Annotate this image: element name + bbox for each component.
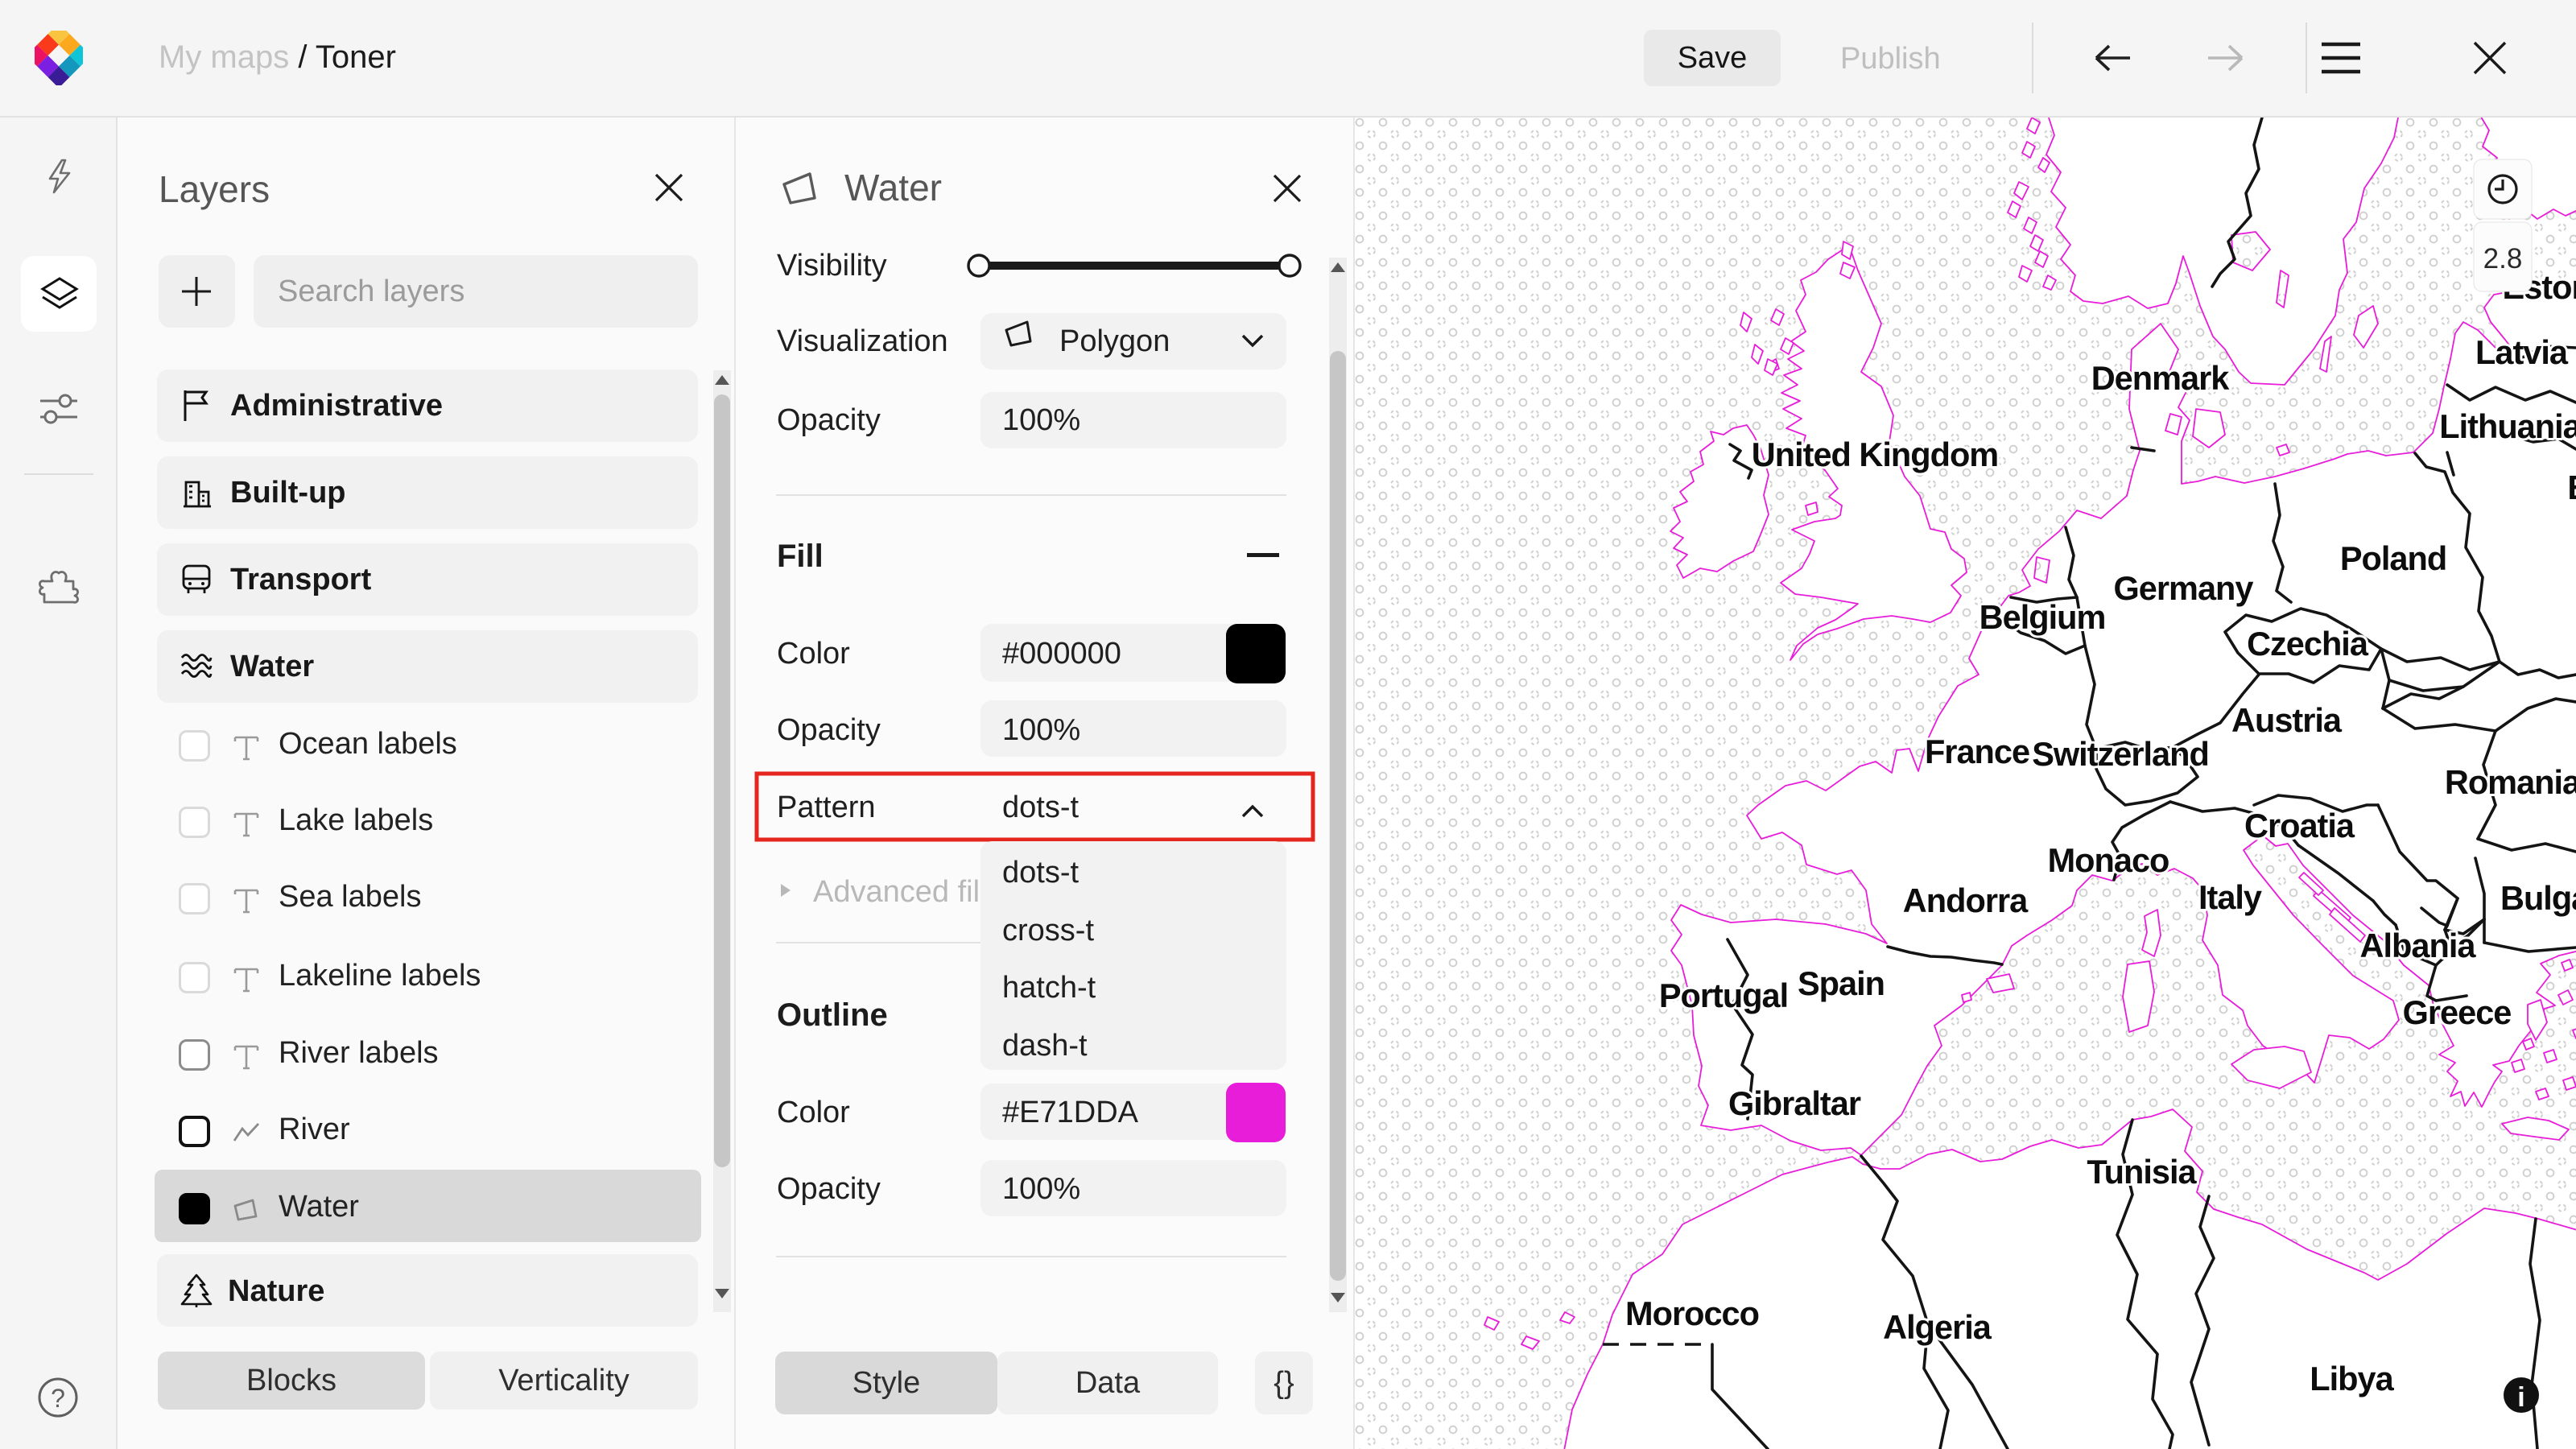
svg-text:Portugal: Portugal xyxy=(1659,976,1788,1014)
svg-text:Style: Style xyxy=(852,1366,920,1400)
svg-text:Polygon: Polygon xyxy=(1059,324,1170,358)
svg-text:dash-t: dash-t xyxy=(1002,1029,1088,1063)
svg-text:?: ? xyxy=(51,1384,65,1413)
svg-text:Visualization: Visualization xyxy=(777,324,948,358)
svg-text:Tunisia: Tunisia xyxy=(2087,1153,2197,1191)
svg-text:Algeria: Algeria xyxy=(1883,1308,1992,1346)
svg-text:United Kingdom: United Kingdom xyxy=(1752,436,1998,473)
svg-text:Color: Color xyxy=(777,1096,850,1129)
svg-text:100%: 100% xyxy=(1002,1172,1080,1206)
svg-text:hatch-t: hatch-t xyxy=(1002,971,1096,1005)
svg-text:Czechia: Czechia xyxy=(2247,625,2369,663)
svg-text:Andorra: Andorra xyxy=(1903,881,2029,919)
svg-text:Color: Color xyxy=(777,637,850,671)
svg-text:Bulgaria: Bulgaria xyxy=(2500,879,2576,917)
svg-text:Romania: Romania xyxy=(2445,763,2576,801)
svg-text:100%: 100% xyxy=(1002,713,1080,747)
svg-text:Denmark: Denmark xyxy=(2091,359,2231,397)
svg-text:Morocco: Morocco xyxy=(1625,1294,1759,1332)
svg-text:Data: Data xyxy=(1075,1366,1141,1400)
svg-text:Germany: Germany xyxy=(2114,569,2254,607)
svg-text:Lithuania: Lithuania xyxy=(2439,407,2576,445)
svg-text:Switzerland: Switzerland xyxy=(2032,735,2209,773)
svg-text:Monaco: Monaco xyxy=(2048,841,2169,879)
svg-text:Austria: Austria xyxy=(2231,701,2343,739)
svg-text:cross-t: cross-t xyxy=(1002,914,1094,947)
svg-text:Greece: Greece xyxy=(2403,993,2512,1031)
svg-text:i: i xyxy=(2517,1382,2524,1413)
svg-text:100%: 100% xyxy=(1002,403,1080,437)
svg-text:Belarus: Belarus xyxy=(2567,469,2576,506)
svg-text:Italy: Italy xyxy=(2198,878,2262,916)
svg-text:France: France xyxy=(1925,733,2029,770)
svg-text:2.8: 2.8 xyxy=(2483,243,2523,275)
svg-text:#000000: #000000 xyxy=(1002,637,1121,671)
svg-text:Latvia: Latvia xyxy=(2475,333,2569,371)
svg-text:Croatia: Croatia xyxy=(2244,807,2355,844)
svg-text:Poland: Poland xyxy=(2340,539,2446,577)
svg-text:{}: {} xyxy=(1274,1366,1294,1400)
svg-text:Fill: Fill xyxy=(777,539,824,574)
svg-text:Opacity: Opacity xyxy=(777,403,881,437)
svg-text:Advanced fill: Advanced fill xyxy=(813,875,986,909)
svg-text:Pattern: Pattern xyxy=(777,791,876,824)
svg-text:Visibility: Visibility xyxy=(777,249,887,283)
svg-text:Outline: Outline xyxy=(777,997,888,1033)
svg-text:dots-t: dots-t xyxy=(1002,856,1079,890)
svg-text:Albania: Albania xyxy=(2360,927,2477,964)
svg-text:Spain: Spain xyxy=(1798,964,1885,1002)
svg-text:Libya: Libya xyxy=(2310,1360,2394,1397)
svg-text:#E71DDA: #E71DDA xyxy=(1002,1096,1139,1129)
svg-text:Gibraltar: Gibraltar xyxy=(1728,1084,1861,1122)
svg-text:Belgium: Belgium xyxy=(1979,598,2106,636)
svg-text:Opacity: Opacity xyxy=(777,713,881,747)
svg-text:dots-t: dots-t xyxy=(1002,791,1079,824)
svg-text:Opacity: Opacity xyxy=(777,1172,881,1206)
